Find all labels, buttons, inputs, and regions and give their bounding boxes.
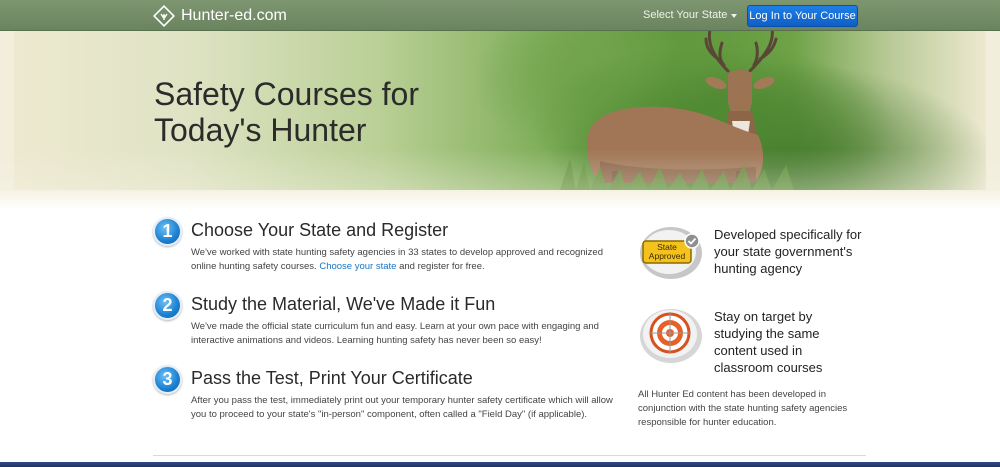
- step-3: 3 Pass the Test, Print Your Certificate …: [153, 365, 623, 440]
- target-icon: [640, 309, 702, 363]
- step-description: We've worked with state hunting safety a…: [191, 246, 623, 274]
- step-title: Choose Your State and Register: [191, 220, 449, 240]
- feature-target-text: Stay on target by studying the same cont…: [714, 309, 823, 375]
- chevron-down-icon: [731, 13, 738, 18]
- step-title: Study the Material, We've Made it Fun: [191, 294, 496, 314]
- step-1: 1 Choose Your State and Register We've w…: [153, 217, 623, 277]
- logo-text: Hunter-ed.com: [181, 7, 287, 24]
- site-logo[interactable]: Hunter-ed.com: [153, 4, 287, 28]
- badge-text-approved: Approved: [649, 251, 686, 261]
- login-button[interactable]: Log In to Your Course: [747, 5, 858, 27]
- state-select-dropdown[interactable]: Select Your State: [643, 9, 738, 21]
- hero-title-line-1: Safety Courses for: [154, 76, 419, 112]
- state-select-label: Select Your State: [643, 9, 728, 21]
- content-note: All Hunter Ed content has been developed…: [638, 389, 848, 428]
- step-description-text-end: and register for free.: [396, 261, 485, 272]
- step-2: 2 Study the Material, We've Made it Fun …: [153, 291, 623, 351]
- step-title: Pass the Test, Print Your Certificate: [191, 368, 473, 388]
- footer-divider: [153, 455, 866, 456]
- feature-state-text: Developed specifically for your state go…: [714, 227, 862, 276]
- state-approved-badge-icon: State Approved: [640, 227, 702, 279]
- step-number-badge: 3: [153, 365, 182, 394]
- step-description: We've made the official state curriculum…: [191, 321, 599, 346]
- step-number-badge: 1: [153, 217, 182, 246]
- hunter-ed-logo-icon: [153, 5, 175, 27]
- choose-state-link[interactable]: Choose your state: [319, 261, 396, 272]
- os-taskbar: [0, 462, 1000, 467]
- hero-shadow: [0, 190, 1000, 210]
- hero-banner: Safety Courses for Today's Hunter: [0, 31, 1000, 190]
- hero-fade: [0, 149, 1000, 190]
- hero-title: Safety Courses for Today's Hunter: [154, 76, 419, 148]
- step-description: After you pass the test, immediately pri…: [191, 395, 613, 420]
- top-nav-bar: Hunter-ed.com Select Your State Log In t…: [0, 0, 1000, 31]
- hero-title-line-2: Today's Hunter: [154, 112, 367, 148]
- step-number-badge: 2: [153, 291, 182, 320]
